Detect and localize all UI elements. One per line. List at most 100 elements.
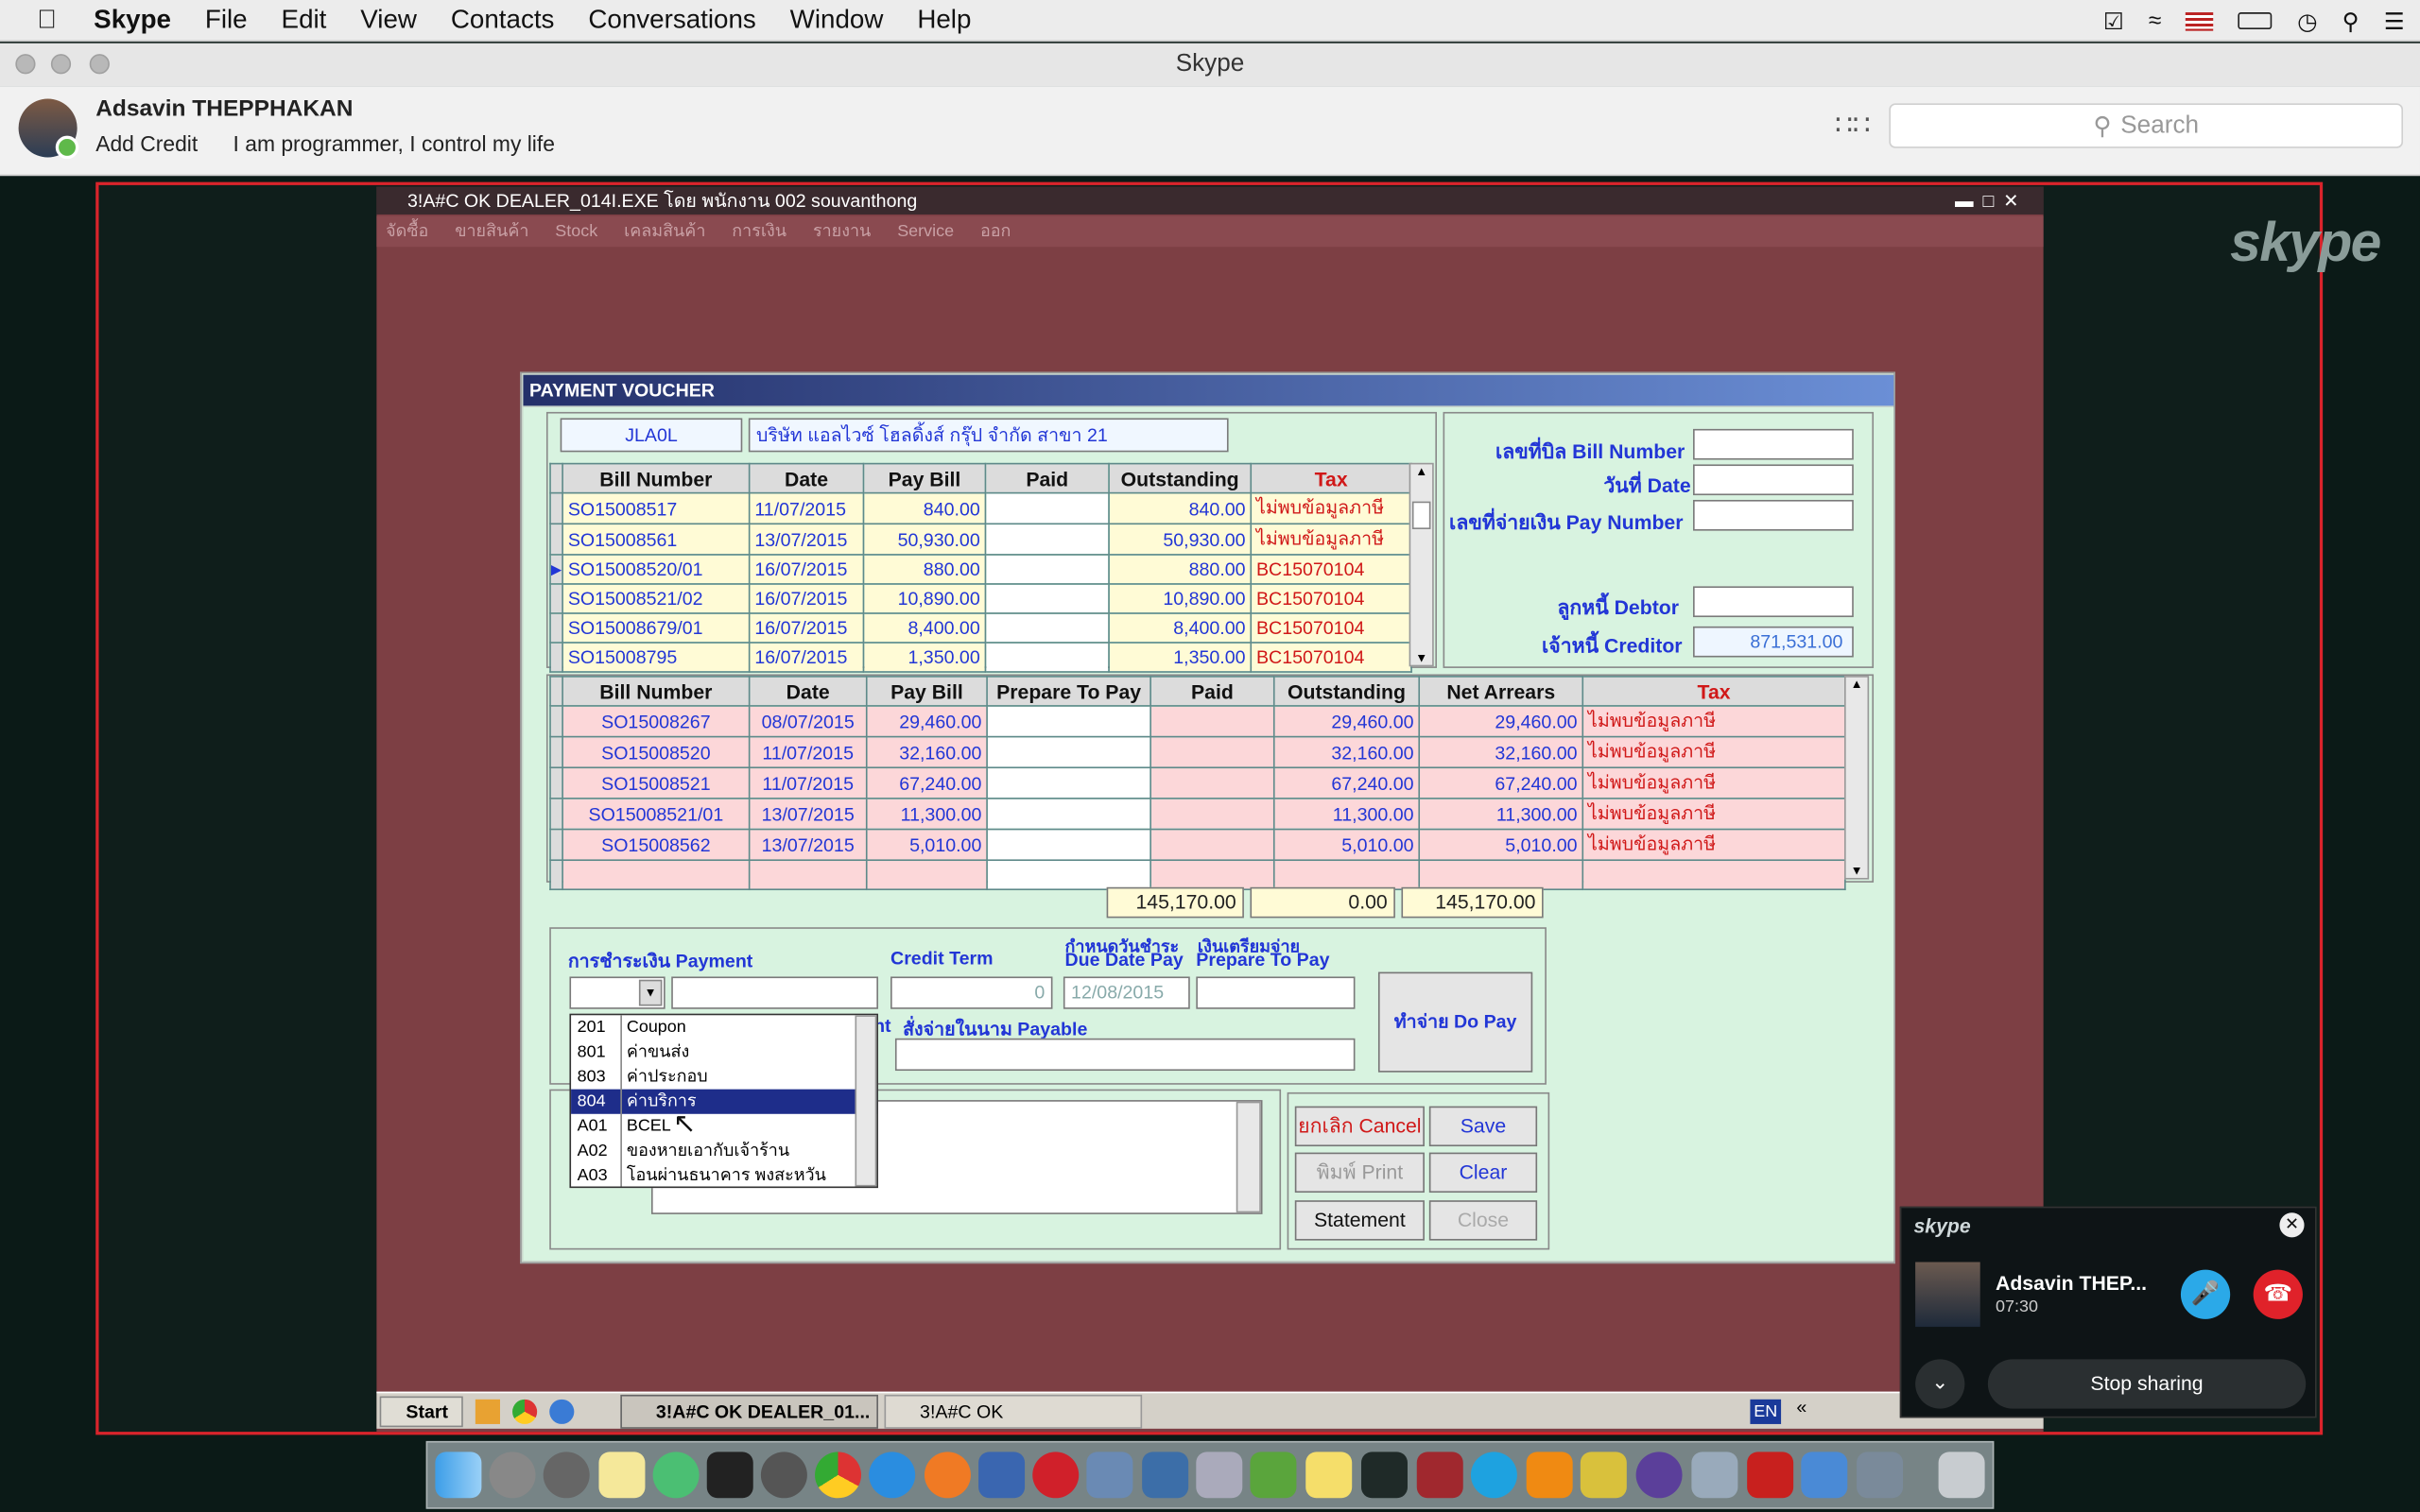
cancel-button[interactable]: ยกเลิก Cancel <box>1294 1106 1425 1147</box>
cell-date[interactable]: 11/07/2015 <box>748 735 868 769</box>
mood-message[interactable]: I am programmer, I control my life <box>233 131 555 156</box>
row-selector[interactable] <box>549 612 563 644</box>
cell-empty[interactable] <box>1582 859 1846 891</box>
table2-header-paybill[interactable]: Pay Bill <box>865 676 988 707</box>
cell-paid[interactable] <box>984 642 1110 673</box>
hang-up-icon[interactable]: ☎ <box>2253 1269 2303 1319</box>
table2-header-net-arrears[interactable]: Net Arrears <box>1418 676 1584 707</box>
stickies-icon[interactable] <box>1305 1452 1353 1499</box>
cell-paybill[interactable]: 8,400.00 <box>862 612 987 644</box>
menu-window[interactable]: Window <box>790 5 884 36</box>
cell-bill[interactable]: SO15008267 <box>562 705 751 738</box>
opera-icon[interactable] <box>1032 1452 1080 1499</box>
remote-menu-sales[interactable]: ขายสินค้า <box>455 222 528 241</box>
notes-icon[interactable] <box>598 1452 646 1499</box>
virtualbox-icon[interactable] <box>978 1452 1026 1499</box>
cell-net-arrears[interactable]: 11,300.00 <box>1418 798 1584 831</box>
prepare-to-pay-input[interactable] <box>1196 976 1356 1009</box>
cell-empty[interactable] <box>748 859 868 891</box>
remote-menu-finance[interactable]: การเงิน <box>732 222 786 241</box>
menu-edit[interactable]: Edit <box>282 5 327 36</box>
cell-outstanding[interactable]: 50,930.00 <box>1108 523 1253 556</box>
notification-list-icon[interactable]: ☰ <box>2384 7 2405 35</box>
table-row[interactable]: SO15008517 11/07/2015 840.00 840.00 ไม่พ… <box>549 491 1412 525</box>
table1-header-tax[interactable]: Tax <box>1250 462 1412 494</box>
dictionary-icon[interactable] <box>1416 1452 1463 1499</box>
table1-header-bill[interactable]: Bill Number <box>562 462 751 494</box>
apple-icon[interactable]:  <box>37 5 57 36</box>
terminal-icon[interactable] <box>706 1452 753 1499</box>
save-button[interactable]: Save <box>1428 1106 1538 1147</box>
table2-header-date[interactable]: Date <box>748 676 868 707</box>
cell-date[interactable]: 16/07/2015 <box>748 612 865 644</box>
cell-outstanding[interactable]: 29,460.00 <box>1272 705 1421 738</box>
cell-paid[interactable] <box>1150 766 1275 799</box>
cell-bill[interactable]: SO15008679/01 <box>562 612 751 644</box>
table-row[interactable]: ▶ SO15008520/01 16/07/2015 880.00 880.00… <box>549 554 1412 585</box>
dropdown-option[interactable]: 201 Coupon <box>571 1015 876 1040</box>
table-row[interactable]: SO15008521/02 16/07/2015 10,890.00 10,89… <box>549 583 1412 614</box>
cell-prepare[interactable] <box>986 705 1151 738</box>
dropdown-scrollbar[interactable] <box>855 1015 877 1187</box>
language-indicator[interactable]: EN <box>1750 1399 1782 1424</box>
debtor-input[interactable] <box>1693 586 1854 618</box>
cell-outstanding[interactable]: 1,350.00 <box>1108 642 1253 673</box>
table2-header-tax[interactable]: Tax <box>1582 676 1846 707</box>
documents-folder-icon[interactable] <box>1857 1452 1904 1499</box>
remote-menu-stock[interactable]: Stock <box>555 222 597 241</box>
row-selector[interactable] <box>549 583 563 614</box>
table2-header-prepare[interactable]: Prepare To Pay <box>986 676 1151 707</box>
dropdown-option[interactable]: A02 ของหายเอากับเจ้าร้าน <box>571 1139 876 1163</box>
cell-paid[interactable] <box>1150 828 1275 862</box>
cell-date[interactable]: 16/07/2015 <box>748 583 865 614</box>
cell-paid[interactable] <box>1150 705 1275 738</box>
customer-code-field[interactable]: JLA0L <box>560 418 743 453</box>
skype-icon[interactable] <box>1470 1452 1517 1499</box>
ie-icon[interactable] <box>549 1399 575 1424</box>
close-button[interactable]: Close <box>1428 1200 1538 1241</box>
dropdown-option[interactable]: A03 โอนผ่านธนาคาร พงสะหวัน <box>571 1163 876 1188</box>
cell-paybill[interactable]: 1,350.00 <box>862 642 987 673</box>
table-row[interactable]: SO15008679/01 16/07/2015 8,400.00 8,400.… <box>549 612 1412 644</box>
cell-tax[interactable]: ไม่พบข้อมูลภาษี <box>1250 523 1412 556</box>
vlc-icon[interactable] <box>1526 1452 1573 1499</box>
cell-prepare[interactable] <box>986 766 1151 799</box>
cell-tax[interactable]: ไม่พบข้อมูลภาษี <box>1582 705 1846 738</box>
cell-paybill[interactable]: 29,460.00 <box>865 705 988 738</box>
chrome-icon[interactable] <box>512 1399 538 1424</box>
table1-header-paybill[interactable]: Pay Bill <box>862 462 987 494</box>
table-row[interactable]: SO15008521/01 13/07/2015 11,300.00 11,30… <box>549 798 1846 831</box>
cell-tax[interactable]: ไม่พบข้อมูลภาษี <box>1582 735 1846 769</box>
cell-paybill[interactable]: 50,930.00 <box>862 523 987 556</box>
total-prepare[interactable]: 0.00 <box>1250 886 1395 919</box>
cell-paid[interactable] <box>984 523 1110 556</box>
creditor-field[interactable]: 871,531.00 <box>1693 626 1854 658</box>
menu-file[interactable]: File <box>205 5 248 36</box>
scroll-up-icon[interactable]: ▲ <box>1410 464 1432 478</box>
cell-outstanding[interactable]: 10,890.00 <box>1108 583 1253 614</box>
table2-scrollbar[interactable]: ▲ ▼ <box>1844 676 1870 880</box>
cell-tax[interactable]: BC15070104 <box>1250 554 1412 585</box>
table-row[interactable]: SO15008521 11/07/2015 67,240.00 67,240.0… <box>549 766 1846 799</box>
cell-outstanding[interactable]: 8,400.00 <box>1108 612 1253 644</box>
pay-number-input[interactable] <box>1693 499 1854 531</box>
cell-empty[interactable] <box>1272 859 1421 891</box>
row-selector[interactable] <box>549 523 563 556</box>
table-row[interactable]: SO15008562 13/07/2015 5,010.00 5,010.00 … <box>549 828 1846 862</box>
menu-conversations[interactable]: Conversations <box>588 5 755 36</box>
table-row[interactable]: SO15008520 11/07/2015 32,160.00 32,160.0… <box>549 735 1846 769</box>
row-selector[interactable] <box>549 735 563 769</box>
cell-empty[interactable] <box>1418 859 1584 891</box>
profile-name[interactable]: Adsavin THEPPHAKAN <box>95 95 353 122</box>
cell-date[interactable]: 08/07/2015 <box>748 705 868 738</box>
row-selector[interactable] <box>549 828 563 862</box>
cell-outstanding[interactable]: 32,160.00 <box>1272 735 1421 769</box>
cell-bill[interactable]: SO15008521/02 <box>562 583 751 614</box>
total-paybill[interactable]: 145,170.00 <box>1106 886 1244 919</box>
remote-menu-exit[interactable]: ออก <box>980 222 1011 241</box>
activity-monitor-icon[interactable] <box>1360 1452 1408 1499</box>
credit-term-input[interactable]: 0 <box>890 976 1053 1009</box>
memo-scrollbar[interactable] <box>1236 1101 1261 1213</box>
dropdown-option[interactable]: 803 ค่าประกอบ <box>571 1065 876 1090</box>
cell-bill[interactable]: SO15008561 <box>562 523 751 556</box>
